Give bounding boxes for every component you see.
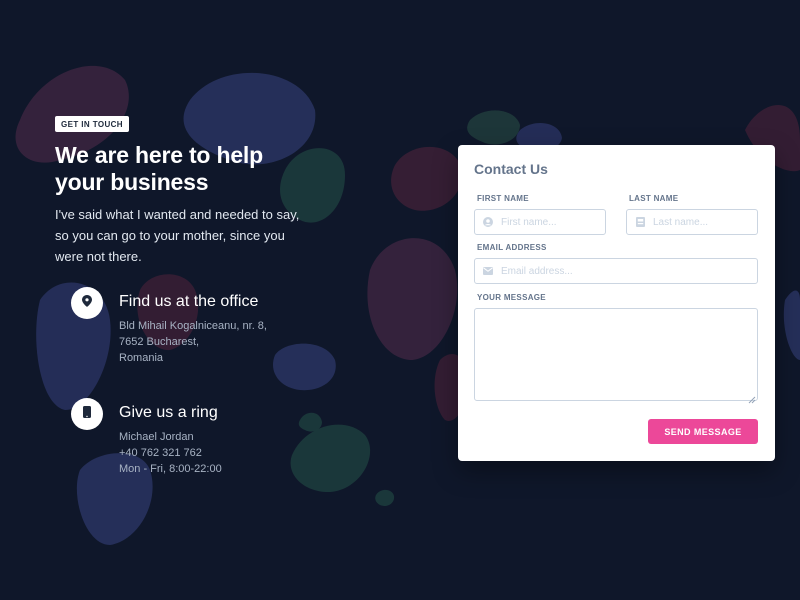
phone-icon xyxy=(83,405,91,423)
blob-shape xyxy=(298,412,322,432)
blob-shape xyxy=(391,146,463,211)
phone-contact-line: Mon - Fri, 8:00-22:00 xyxy=(119,463,222,475)
get-in-touch-badge: GET IN TOUCH xyxy=(55,116,129,132)
blob-shape xyxy=(272,343,336,391)
phone-icon-circle xyxy=(71,398,103,430)
blob-shape xyxy=(467,110,520,145)
office-icon-circle xyxy=(71,287,103,319)
message-label: YOUR MESSAGE xyxy=(477,293,546,302)
map-pin-icon xyxy=(82,294,92,312)
blob-shape xyxy=(375,489,395,506)
office-info: Find us at the office Bld Mihail Kogalni… xyxy=(71,287,267,366)
phone-contact-line: +40 762 321 762 xyxy=(119,447,202,459)
phone-info: Give us a ring Michael Jordan +40 762 32… xyxy=(71,398,222,477)
intro-description: I've said what I wanted and needed to sa… xyxy=(55,207,300,264)
page-headline: We are here to help your business xyxy=(55,142,263,195)
form-title: Contact Us xyxy=(474,161,548,177)
message-textarea[interactable] xyxy=(474,308,758,401)
first-name-label: FIRST NAME xyxy=(477,194,529,203)
resize-handle-icon[interactable] xyxy=(747,391,756,404)
office-address-line: Romania xyxy=(119,352,164,364)
intro-section: GET IN TOUCH We are here to help your bu… xyxy=(55,114,325,267)
phone-title: Give us a ring xyxy=(119,404,218,421)
blob-shape xyxy=(367,238,458,360)
office-title: Find us at the office xyxy=(119,293,259,310)
email-field-wrapper xyxy=(474,258,758,284)
office-address-line: 7652 Bucharest, xyxy=(119,336,200,348)
contact-form-card: Contact Us FIRST NAME LAST NAME EMAIL AD… xyxy=(458,145,775,461)
id-card-icon xyxy=(635,217,645,227)
phone-contact-line: Michael Jordan xyxy=(119,431,194,443)
last-name-label: LAST NAME xyxy=(629,194,679,203)
blob-shape xyxy=(290,424,371,493)
first-name-field-wrapper xyxy=(474,209,606,235)
user-circle-icon xyxy=(483,217,493,227)
send-message-button[interactable]: SEND MESSAGE xyxy=(648,419,758,444)
email-label: EMAIL ADDRESS xyxy=(477,243,547,252)
first-name-input[interactable] xyxy=(501,216,605,228)
last-name-field-wrapper xyxy=(626,209,758,235)
office-address-line: Bld Mihail Kogalniceanu, nr. 8, xyxy=(119,320,267,332)
last-name-input[interactable] xyxy=(653,216,757,228)
blob-shape xyxy=(783,290,800,360)
email-input[interactable] xyxy=(501,265,727,277)
envelope-icon xyxy=(483,266,493,276)
